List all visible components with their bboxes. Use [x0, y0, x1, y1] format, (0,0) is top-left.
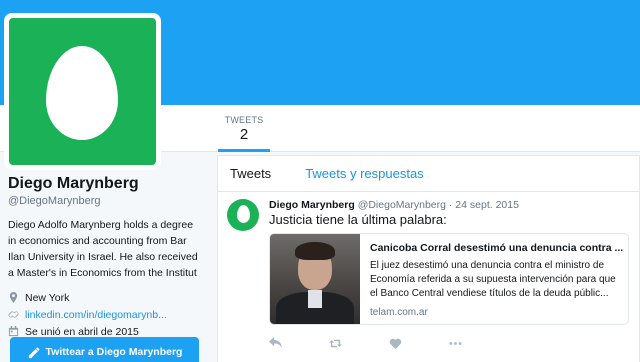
retweet-button[interactable] — [329, 335, 389, 351]
tweet-header: Diego Marynberg @DiegoMarynberg · 24 sep… — [269, 199, 519, 211]
card-body: Canicoba Corral desestimó una denuncia c… — [370, 242, 624, 318]
profile-name[interactable]: Diego Marynberg — [8, 175, 208, 193]
timeline-tabs: Tweets Tweets y respuestas — [218, 156, 639, 192]
more-button[interactable] — [449, 335, 509, 351]
tweet-actions — [269, 335, 509, 351]
tweets-stat[interactable]: TWEETS 2 — [218, 105, 270, 152]
profile-handle[interactable]: @DiegoMarynberg — [8, 195, 208, 207]
card-domain: telam.com.ar — [370, 307, 428, 318]
tweets-stat-value: 2 — [239, 126, 249, 143]
link-icon — [8, 311, 19, 318]
card-title: Canicoba Corral desestimó una denuncia c… — [370, 242, 624, 254]
tweet-avatar[interactable] — [227, 199, 259, 231]
retweet-icon — [329, 339, 342, 347]
tweets-stat-label: TWEETS — [224, 115, 264, 125]
tab-tweets-and-replies[interactable]: Tweets y respuestas — [293, 166, 436, 181]
reply-button[interactable] — [269, 335, 329, 351]
default-egg-avatar — [9, 18, 156, 165]
profile-joined-date: Se unió en abril de 2015 — [25, 325, 139, 338]
tweet-to-button[interactable]: Twittear a Diego Marynberg — [10, 337, 199, 362]
egg-icon — [46, 46, 118, 140]
more-icon — [449, 341, 462, 345]
profile-avatar[interactable] — [4, 13, 161, 170]
calendar-icon — [8, 326, 19, 337]
heart-icon — [389, 338, 402, 349]
reply-icon — [269, 336, 282, 348]
card-thumbnail — [270, 234, 360, 324]
profile-card: Diego Marynberg @DiegoMarynberg Diego Ad… — [8, 175, 208, 340]
tab-tweets[interactable]: Tweets — [218, 166, 283, 181]
location-pin-icon — [9, 292, 18, 303]
thumbnail-collar — [308, 290, 322, 308]
thumbnail-hair — [295, 242, 335, 260]
tweet-author-meta[interactable]: @DiegoMarynberg · 24 sept. 2015 — [358, 199, 519, 211]
location-row: New York — [8, 289, 208, 306]
like-button[interactable] — [389, 335, 449, 351]
profile-website-link[interactable]: linkedin.com/in/diegomarynb... — [25, 309, 167, 321]
link-preview-card[interactable]: Canicoba Corral desestimó una denuncia c… — [269, 233, 629, 325]
card-description: El juez desestimó una denuncia contra el… — [370, 260, 616, 299]
profile-meta: New York linkedin.com/in/diegomarynb... … — [8, 289, 208, 340]
profile-location: New York — [25, 291, 70, 304]
timeline: Tweets Tweets y respuestas Diego Marynbe… — [217, 155, 640, 362]
compose-icon — [28, 346, 39, 358]
egg-icon — [237, 205, 250, 223]
website-row: linkedin.com/in/diegomarynb... — [8, 306, 208, 323]
tweet-author-name[interactable]: Diego Marynberg — [269, 199, 355, 211]
tweet-to-button-label: Twittear a Diego Marynberg — [45, 346, 183, 358]
tweet-text: Justicia tiene la última palabra: — [269, 212, 447, 227]
profile-bio: Diego Adolfo Marynberg holds a degree in… — [8, 219, 198, 279]
